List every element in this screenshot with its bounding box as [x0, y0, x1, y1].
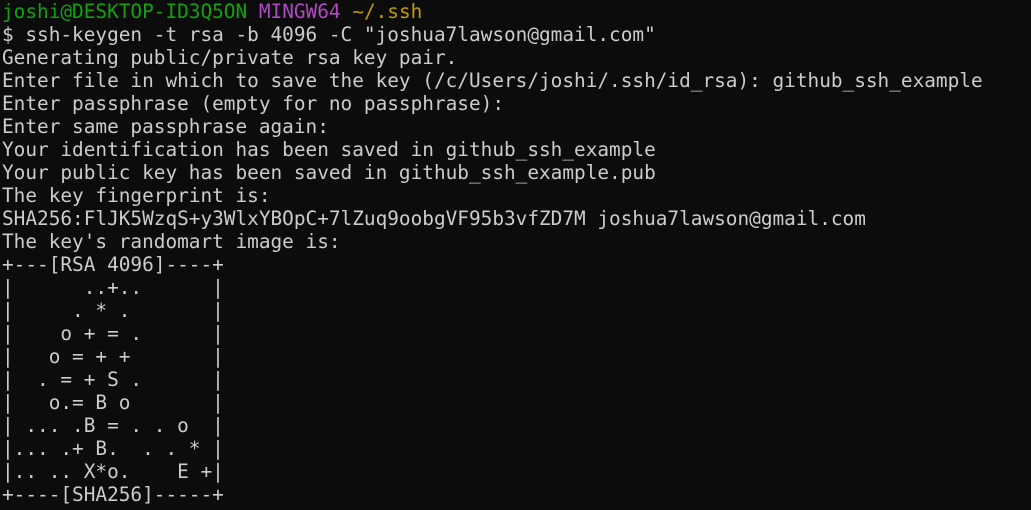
randomart-line: | o + = . |: [2, 322, 224, 345]
prompt-system: MINGW64: [258, 0, 341, 23]
output-line: Enter file in which to save the key (/c/…: [2, 69, 983, 92]
randomart-line: | o.= B o |: [2, 391, 224, 414]
randomart-line: | ..+.. |: [2, 276, 224, 299]
randomart-line: +----[SHA256]-----+: [2, 483, 224, 506]
output-line: Your identification has been saved in gi…: [2, 138, 656, 161]
prompt-path: ~/.ssh: [352, 0, 423, 23]
command-line: $ ssh-keygen -t rsa -b 4096 -C "joshua7l…: [2, 23, 656, 46]
output-line: The key fingerprint is:: [2, 184, 271, 207]
output-line: Enter same passphrase again:: [2, 115, 329, 138]
terminal-window[interactable]: joshi@DESKTOP-ID3Q5ON MINGW64 ~/.ssh $ s…: [2, 0, 1029, 510]
output-line: Enter passphrase (empty for no passphras…: [2, 92, 504, 115]
prompt-line: joshi@DESKTOP-ID3Q5ON MINGW64 ~/.ssh: [2, 0, 1029, 23]
randomart-line: | o = + + |: [2, 345, 224, 368]
randomart-line: |... .+ B. . . * |: [2, 437, 224, 460]
prompt-user-host: joshi@DESKTOP-ID3Q5ON: [2, 0, 248, 23]
output-line: Generating public/private rsa key pair.: [2, 46, 458, 69]
randomart-line: |.. .. X*o. E +|: [2, 460, 224, 483]
randomart-line: +---[RSA 4096]----+: [2, 253, 224, 276]
randomart-line: | ... .B = . . o |: [2, 414, 224, 437]
output-line: The key's randomart image is:: [2, 230, 341, 253]
fingerprint-line: SHA256:FlJK5WzqS+y3WlxYBOpC+7lZuq9oobgVF…: [2, 207, 866, 230]
randomart-line: | . = + S . |: [2, 368, 224, 391]
output-line: Your public key has been saved in github…: [2, 161, 656, 184]
randomart-line: | . * . |: [2, 299, 224, 322]
